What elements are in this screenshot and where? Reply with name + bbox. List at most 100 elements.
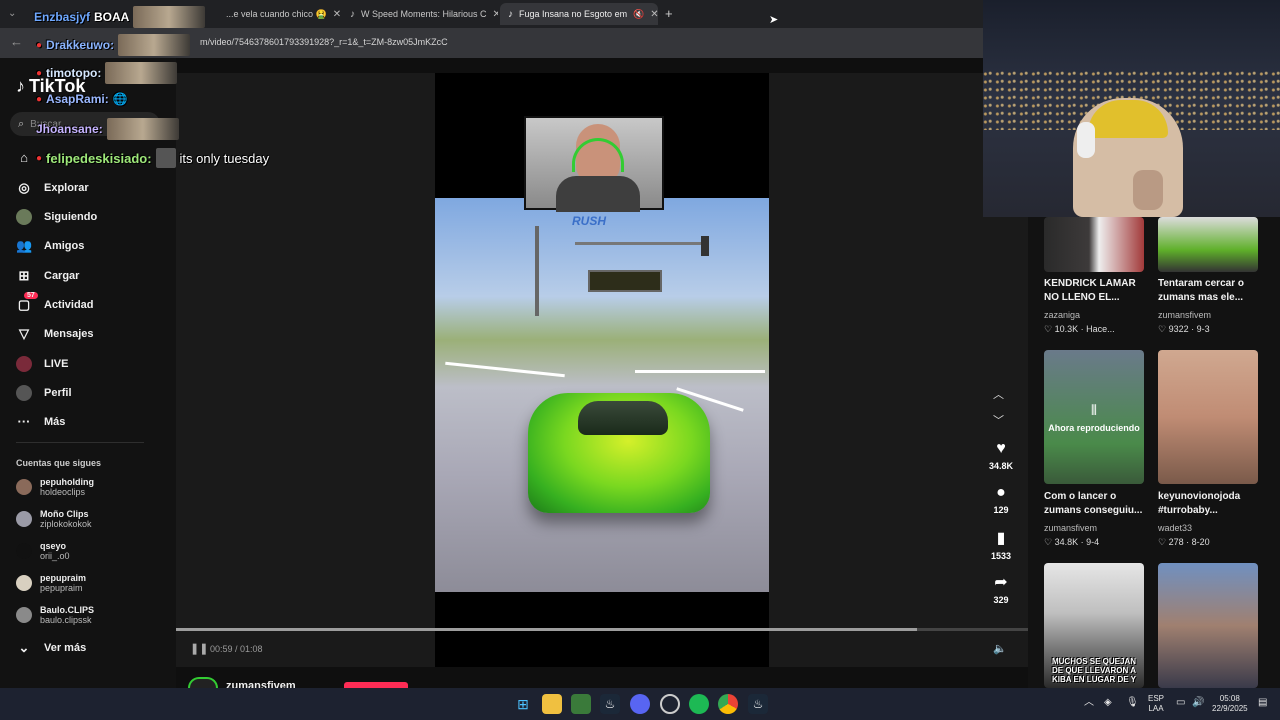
url-field[interactable]: m/video/7546378601793391928?_r=1&_t=ZM-8… <box>200 37 448 47</box>
previous-video-button[interactable]: ︿ <box>993 386 1004 402</box>
comment-icon: ● <box>996 484 1006 501</box>
sidebar-item-profile[interactable]: Perfil <box>16 385 72 401</box>
friends-icon: 👥 <box>16 238 33 253</box>
chat-user: Enzbasjyf <box>34 10 91 24</box>
sidebar-item-activity[interactable]: ▢ 57 Actividad <box>16 292 94 313</box>
lang-layout: LAA <box>1148 704 1164 713</box>
home-icon: ⌂ <box>20 150 28 165</box>
see-more-button[interactable]: ⌄ Ver más <box>16 640 87 656</box>
volume-icon[interactable]: 🔊 <box>1192 698 1204 708</box>
notification-icon[interactable]: ▤ <box>1258 698 1267 708</box>
tray-shield-icon[interactable]: ◈ <box>1104 698 1112 708</box>
clock-time: 05:08 <box>1219 694 1240 703</box>
chat-message: Enzbasjyf BOAA <box>34 6 206 28</box>
microphone-icon[interactable]: 🎙 <box>1126 698 1139 708</box>
clock-date: 22/9/2025 <box>1212 704 1248 713</box>
following-account[interactable]: pepupraim pepupraim <box>16 573 86 593</box>
traffic-light <box>701 236 709 256</box>
language-indicator[interactable]: ESP LAA <box>1148 694 1164 714</box>
account-handle: baulo.clipssk <box>40 615 92 625</box>
video-author[interactable]: zazaniga <box>1044 310 1080 320</box>
video-author[interactable]: zumansfivem <box>1044 523 1097 533</box>
share-button[interactable]: ➦ 329 <box>987 572 1015 605</box>
video-title[interactable]: KENDRICK LAMAR NO LLENO EL... <box>1044 277 1148 305</box>
back-button[interactable]: ← <box>10 34 23 49</box>
author-avatar[interactable] <box>188 677 218 688</box>
video-thumbnail[interactable]: MUCHOS SE QUEJAN DE QUE LLEVARON A KIBA … <box>1044 563 1144 688</box>
video-thumbnail[interactable] <box>1158 350 1258 484</box>
close-icon[interactable]: ✕ <box>650 9 658 20</box>
sidebar-item-messages[interactable]: ▽ Mensajes <box>16 326 94 342</box>
audio-icon[interactable]: 🔇 <box>633 9 644 20</box>
chat-emote <box>155 148 176 168</box>
like-count: 10.3K <box>1054 324 1079 334</box>
video-author[interactable]: zumansfivem <box>1158 310 1211 320</box>
sidebar-item-friends[interactable]: 👥 Amigos <box>16 238 84 254</box>
file-explorer-icon[interactable] <box>542 694 562 714</box>
account-handle: pepupraim <box>40 583 83 593</box>
video-thumbnail[interactable] <box>1158 563 1258 688</box>
tab-3-active[interactable]: ♪ Fuga Insana no Esgoto em 🔇 ✕ <box>500 3 658 25</box>
sidebar-item-explore[interactable]: ◎ Explorar <box>16 180 88 196</box>
chat-badge-icon: ● <box>36 39 43 51</box>
following-header: Cuentas que sigues <box>16 458 102 468</box>
sidebar-item-following[interactable]: Siguiendo <box>16 209 97 225</box>
video-title[interactable]: Tentaram cercar o zumans mas ele... <box>1158 277 1262 305</box>
like-button[interactable]: ♥ 34.8K <box>987 440 1015 471</box>
sidebar-item-upload[interactable]: ⊞ Cargar <box>16 268 80 284</box>
following-account[interactable]: Baulo.CLIPS baulo.clipssk <box>16 605 94 625</box>
video-title[interactable]: keyunovionojoda #turrobaby... <box>1158 490 1262 518</box>
new-tab-button[interactable]: + <box>665 6 673 21</box>
obs-icon[interactable] <box>660 694 680 714</box>
close-icon[interactable]: ✕ <box>493 9 498 20</box>
author-name[interactable]: zumansfivem <box>226 680 296 688</box>
sidebar-item-live[interactable]: LIVE <box>16 356 68 372</box>
steam-icon[interactable]: ♨ <box>600 694 620 714</box>
comment-button[interactable]: ● 129 <box>987 484 1015 515</box>
video-thumbnail-now-playing[interactable]: ⦀ Ahora reproduciendo <box>1044 350 1144 484</box>
comment-count: 129 <box>993 505 1009 515</box>
divider <box>16 442 144 443</box>
nav-label: Amigos <box>44 240 85 252</box>
nav-label: LIVE <box>44 358 69 370</box>
following-account[interactable]: pepuholding holdeoclips <box>16 477 94 497</box>
lang-code: ESP <box>1148 694 1165 703</box>
following-icon <box>16 209 32 225</box>
volume-icon[interactable]: 🔈 <box>993 642 1007 655</box>
messages-icon: ▽ <box>19 326 29 341</box>
following-account[interactable]: qseyo orii_.o0 <box>16 541 70 561</box>
chat-emote <box>118 34 191 56</box>
tab-search-icon[interactable]: ⌄ <box>8 8 16 19</box>
bookmark-button[interactable]: ▮ 1533 <box>987 528 1015 561</box>
tab-label: Fuga Insana no Esgoto em <box>519 9 628 19</box>
tab-2[interactable]: ♪ W Speed Moments: Hilarious C ✕ <box>342 3 498 25</box>
next-video-button[interactable]: ﹀ <box>993 412 1004 428</box>
following-account[interactable]: Moño Clips ziplokokokok <box>16 509 92 529</box>
pause-button[interactable]: ❚❚ <box>190 642 208 655</box>
green-car <box>528 393 710 513</box>
steam-icon[interactable]: ♨ <box>748 694 768 714</box>
video-author[interactable]: wadet33 <box>1158 523 1192 533</box>
chrome-icon[interactable] <box>718 694 738 714</box>
progress-bar[interactable] <box>176 628 1028 631</box>
close-icon[interactable]: ✕ <box>333 9 340 20</box>
video-stats: ♡ 10.3K · Hace... <box>1044 324 1115 334</box>
sidebar-item-more[interactable]: ··· Más <box>16 414 66 429</box>
tray-chevron-icon[interactable]: ︿ <box>1084 698 1094 708</box>
app-icon[interactable] <box>571 694 591 714</box>
sidebar-item-home[interactable]: ⌂ <box>16 150 32 165</box>
network-icon[interactable]: ▭ <box>1176 698 1185 708</box>
spotify-icon[interactable] <box>689 694 709 714</box>
tiktok-icon: ♪ <box>508 8 513 20</box>
video-thumbnail[interactable] <box>1044 217 1144 272</box>
headset <box>1077 122 1095 158</box>
video-title[interactable]: Com o lancer o zumans conseguiu... <box>1044 490 1148 518</box>
search-icon: ⌕ <box>18 117 25 130</box>
clock[interactable]: 05:08 22/9/2025 <box>1212 694 1248 714</box>
rush-overlay: RUSH <box>572 214 607 228</box>
tab-1[interactable]: ...e vela cuando chico 🤮 ✕ <box>218 3 340 25</box>
account-handle: orii_.o0 <box>40 551 70 561</box>
windows-start-icon[interactable]: ⊞ <box>513 694 533 714</box>
video-thumbnail[interactable] <box>1158 217 1258 272</box>
discord-icon[interactable] <box>630 694 650 714</box>
